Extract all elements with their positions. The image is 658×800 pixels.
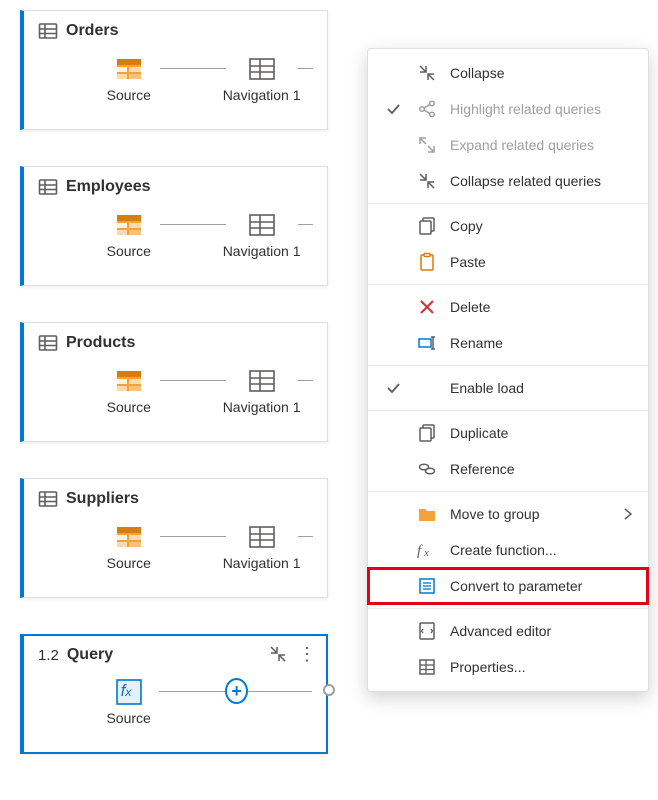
menu-label: Paste xyxy=(450,254,486,270)
menu-reference[interactable]: Reference xyxy=(368,451,648,487)
menu-create-function[interactable]: Create function... xyxy=(368,532,648,568)
rename-icon xyxy=(416,333,438,353)
menu-separator xyxy=(368,608,648,609)
menu-separator xyxy=(368,284,648,285)
collapse-icon xyxy=(416,63,438,83)
menu-label: Properties... xyxy=(450,659,525,675)
menu-expand-related[interactable]: Expand related queries xyxy=(368,127,648,163)
reference-icon xyxy=(416,459,438,479)
menu-enable-load[interactable]: Enable load xyxy=(368,370,648,406)
menu-label: Expand related queries xyxy=(450,137,594,153)
menu-rename[interactable]: Rename xyxy=(368,325,648,361)
menu-collapse-related[interactable]: Collapse related queries xyxy=(368,163,648,199)
properties-icon xyxy=(416,657,438,677)
fx-icon xyxy=(416,540,438,560)
menu-properties[interactable]: Properties... xyxy=(368,649,648,685)
menu-label: Advanced editor xyxy=(450,623,551,639)
menu-delete[interactable]: Delete xyxy=(368,289,648,325)
query-card-products[interactable]: Products Source Navigation 1 xyxy=(20,322,328,442)
delete-icon xyxy=(416,297,438,317)
connector xyxy=(160,224,226,225)
card-title: Suppliers xyxy=(66,490,139,508)
table-icon xyxy=(38,21,58,41)
more-icon[interactable]: ⋮ xyxy=(298,647,316,661)
step-source[interactable]: Source xyxy=(98,367,160,415)
menu-separator xyxy=(368,365,648,366)
card-title: Orders xyxy=(66,22,118,40)
menu-label: Enable load xyxy=(450,380,524,396)
query-card-query[interactable]: 1.2 Query ⋮ fx Source + xyxy=(20,634,328,754)
connector xyxy=(298,536,313,537)
menu-label: Collapse xyxy=(450,65,504,81)
menu-separator xyxy=(368,491,648,492)
menu-label: Highlight related queries xyxy=(450,101,601,117)
menu-advanced-editor[interactable]: Advanced editor xyxy=(368,613,648,649)
menu-label: Duplicate xyxy=(450,425,508,441)
menu-move-to-group[interactable]: Move to group xyxy=(368,496,648,532)
connector xyxy=(160,380,226,381)
query-card-orders[interactable]: Orders Source Navigation 1 xyxy=(20,10,328,130)
menu-convert-to-parameter[interactable]: Convert to parameter xyxy=(368,568,648,604)
check-icon xyxy=(382,380,404,396)
card-title: Employees xyxy=(66,178,150,196)
step-navigation-1[interactable]: Navigation 1 xyxy=(226,523,298,571)
context-menu: Collapse Highlight related queries Expan… xyxy=(367,48,649,692)
card-title: Query xyxy=(67,646,113,664)
menu-label: Convert to parameter xyxy=(450,578,582,594)
table-icon xyxy=(38,333,58,353)
connector xyxy=(248,691,312,692)
connector xyxy=(298,380,313,381)
collapse-icon[interactable] xyxy=(268,644,288,664)
folder-icon xyxy=(416,504,438,524)
expand-icon xyxy=(416,135,438,155)
step-source[interactable]: fx Source xyxy=(98,678,159,726)
connector xyxy=(298,224,313,225)
paste-icon xyxy=(416,252,438,272)
card-title: Products xyxy=(66,334,135,352)
menu-collapse[interactable]: Collapse xyxy=(368,55,648,91)
menu-duplicate[interactable]: Duplicate xyxy=(368,415,648,451)
query-card-suppliers[interactable]: Suppliers Source Navigation 1 xyxy=(20,478,328,598)
connector xyxy=(160,536,226,537)
table-icon xyxy=(38,177,58,197)
duplicate-icon xyxy=(416,423,438,443)
step-navigation-1[interactable]: Navigation 1 xyxy=(226,211,298,259)
table-icon xyxy=(38,489,58,509)
chevron-right-icon xyxy=(622,508,634,520)
menu-label: Move to group xyxy=(450,506,540,522)
share-icon xyxy=(416,99,438,119)
collapse-icon xyxy=(416,171,438,191)
menu-label: Create function... xyxy=(450,542,557,558)
step-source[interactable]: Source xyxy=(98,55,160,103)
parameter-icon xyxy=(416,576,438,596)
step-navigation-1[interactable]: Navigation 1 xyxy=(226,55,298,103)
card-prefix: 1.2 xyxy=(38,647,59,664)
menu-separator xyxy=(368,203,648,204)
output-node[interactable] xyxy=(323,684,335,696)
menu-label: Delete xyxy=(450,299,490,315)
add-step-button[interactable]: + xyxy=(225,678,248,704)
connector xyxy=(160,68,226,69)
menu-paste[interactable]: Paste xyxy=(368,244,648,280)
menu-separator xyxy=(368,410,648,411)
menu-label: Rename xyxy=(450,335,503,351)
menu-copy[interactable]: Copy xyxy=(368,208,648,244)
menu-label: Copy xyxy=(450,218,483,234)
query-card-employees[interactable]: Employees Source Navigation 1 xyxy=(20,166,328,286)
connector xyxy=(159,691,225,692)
menu-label: Collapse related queries xyxy=(450,173,601,189)
check-icon xyxy=(382,101,404,117)
step-navigation-1[interactable]: Navigation 1 xyxy=(226,367,298,415)
editor-icon xyxy=(416,621,438,641)
step-source[interactable]: Source xyxy=(98,523,160,571)
step-source[interactable]: Source xyxy=(98,211,160,259)
menu-highlight-related[interactable]: Highlight related queries xyxy=(368,91,648,127)
connector xyxy=(298,68,313,69)
copy-icon xyxy=(416,216,438,236)
menu-label: Reference xyxy=(450,461,515,477)
